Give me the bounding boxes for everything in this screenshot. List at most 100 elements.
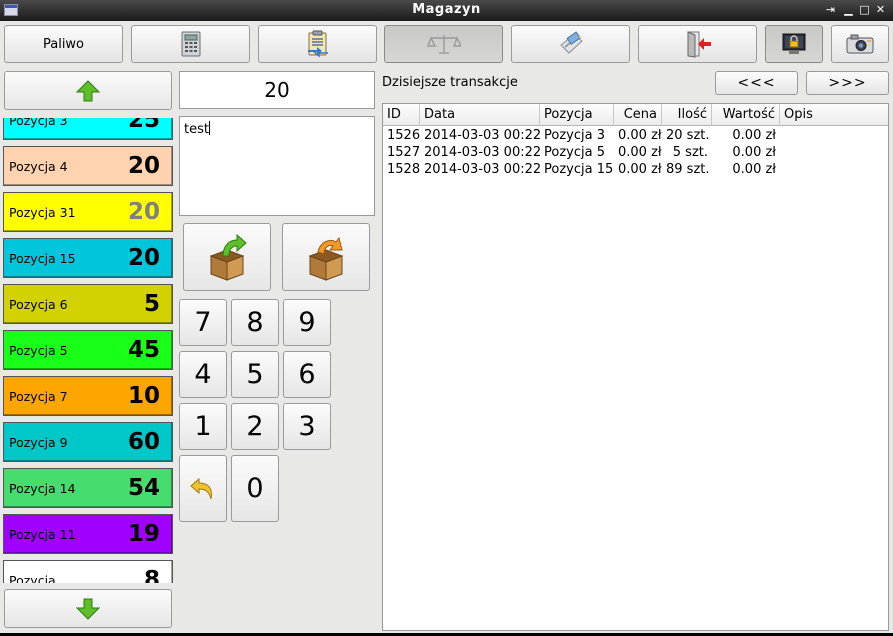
backspace-button[interactable] <box>179 455 227 522</box>
item-value: 54 <box>127 475 160 501</box>
document-swap-button[interactable] <box>258 25 377 63</box>
item-button[interactable]: Pozycja 11 19 <box>3 514 173 554</box>
table-cell: Pozycja 3 <box>544 128 605 143</box>
main-window: Paliwo Pozycja 3 25 Pozycja 4 20 Pozycja… <box>0 21 893 633</box>
paliwo-label: Paliwo <box>42 36 85 52</box>
item-value: 20 <box>127 153 160 179</box>
key-1[interactable]: 1 <box>179 403 227 450</box>
key-0[interactable]: 0 <box>231 455 279 522</box>
item-name: Pozycja 31 <box>9 204 76 220</box>
table-row[interactable]: 1526 2014-03-03 00:22 Pozycja 3 0.00 zł 20 s… <box>383 127 888 144</box>
item-button[interactable]: Pozycja 14 54 <box>3 468 173 508</box>
item-button[interactable]: Pozycja 7 10 <box>3 376 173 416</box>
maximize-icon[interactable]: □ <box>858 3 871 17</box>
column-header-opis[interactable]: Opis <box>780 104 888 126</box>
undo-arrow-icon <box>190 477 212 499</box>
pin-icon[interactable]: ⇥ <box>824 3 837 17</box>
column-header-id[interactable]: ID <box>383 104 420 126</box>
table-cell <box>780 127 888 144</box>
table-row[interactable]: 1527 2014-03-03 00:22 Pozycja 5 0.00 zł 5 sz… <box>383 144 888 161</box>
prev-page-button[interactable]: <<< <box>715 71 798 95</box>
item-value: 8 <box>143 567 160 583</box>
notes-field[interactable]: test <box>179 116 375 216</box>
key-3[interactable]: 3 <box>283 403 331 450</box>
exit-door-icon <box>687 31 711 58</box>
minimize-icon[interactable]: ▁ <box>842 3 855 17</box>
key-6[interactable]: 6 <box>283 351 331 398</box>
camera-icon <box>846 34 874 54</box>
quantity-display[interactable]: 20 <box>179 71 375 109</box>
scroll-down-button[interactable] <box>4 589 172 628</box>
stock-out-button[interactable] <box>282 223 370 291</box>
item-value: 60 <box>127 429 160 455</box>
key-9[interactable]: 9 <box>283 299 331 346</box>
item-value: 45 <box>127 337 160 363</box>
item-button[interactable]: Pozycja 4 20 <box>3 146 173 186</box>
item-button[interactable]: Pozycja 15 20 <box>3 238 173 278</box>
table-cell: 0.00 zł <box>732 128 776 143</box>
column-header-data[interactable]: Data <box>420 104 540 126</box>
notes-text: test <box>184 122 209 137</box>
prev-page-label: <<< <box>737 75 776 91</box>
table-cell: 1528 <box>387 162 420 177</box>
item-button[interactable]: Pozycja 3 25 <box>3 118 173 140</box>
lock-screen-button[interactable] <box>765 25 823 63</box>
key-3-label: 3 <box>298 411 316 442</box>
table-cell <box>780 161 888 178</box>
calculator-button[interactable] <box>131 25 250 63</box>
monitor-lock-icon <box>782 33 806 54</box>
key-2[interactable]: 2 <box>231 403 279 450</box>
paliwo-button[interactable]: Paliwo <box>4 25 123 63</box>
column-header-ilosc[interactable]: Ilość <box>662 104 712 126</box>
item-value: 20 <box>127 245 160 271</box>
item-value: 10 <box>127 383 160 409</box>
column-header-wartosc[interactable]: Wartość <box>712 104 780 126</box>
table-header: ID Data Pozycja Cena Ilość Wartość Opis <box>383 104 888 126</box>
stock-in-button[interactable] <box>183 223 271 291</box>
table-row[interactable]: 1528 2014-03-03 00:22 Pozycja 15 0.00 zł 89 … <box>383 161 888 178</box>
card-terminal-button[interactable] <box>511 25 630 63</box>
key-5-label: 5 <box>246 359 264 390</box>
key-8[interactable]: 8 <box>231 299 279 346</box>
exit-button[interactable] <box>638 25 757 63</box>
item-name: Pozycja 7 <box>9 388 68 404</box>
item-button[interactable]: Pozycja 31 20 <box>3 192 173 232</box>
item-list: Pozycja 3 25 Pozycja 4 20 Pozycja 31 20 Pozycj… <box>3 118 173 583</box>
transactions-table[interactable]: ID Data Pozycja Cena Ilość Wartość Opis … <box>382 103 889 631</box>
close-icon[interactable]: ✕ <box>874 3 887 17</box>
camera-button[interactable] <box>831 25 889 63</box>
column-header-pozycja[interactable]: Pozycja <box>540 104 614 126</box>
window-title: Magazyn <box>412 2 481 17</box>
table-cell: 0.00 zł <box>618 145 662 160</box>
item-name: Pozycja 6 <box>9 296 68 312</box>
item-name: Pozycja 15 <box>9 250 76 266</box>
transactions-heading: Dzisiejsze transakcje <box>382 75 518 90</box>
table-cell: Pozycja 15 <box>544 162 614 177</box>
item-button[interactable]: Pozycja 5 45 <box>3 330 173 370</box>
table-cell: 2014-03-03 00:22 <box>424 162 540 177</box>
calculator-icon <box>181 31 200 57</box>
item-button[interactable]: Pozycja 9 60 <box>3 422 173 462</box>
next-page-button[interactable]: >>> <box>806 71 889 95</box>
key-7[interactable]: 7 <box>179 299 227 346</box>
item-name: Pozycja 14 <box>9 480 76 496</box>
scroll-up-button[interactable] <box>4 71 172 110</box>
table-cell: 20 szt. <box>666 128 710 143</box>
item-button[interactable]: Pozycja 6 5 <box>3 284 173 324</box>
table-cell: 2014-03-03 00:22 <box>424 145 540 160</box>
key-2-label: 2 <box>246 411 264 442</box>
key-5[interactable]: 5 <box>231 351 279 398</box>
item-name: Pozycja 3 <box>9 118 68 128</box>
text-caret <box>208 121 210 135</box>
table-cell: 0.00 zł <box>618 128 662 143</box>
table-cell <box>780 144 888 161</box>
item-button[interactable]: Pozycja 8 <box>3 560 173 583</box>
key-4[interactable]: 4 <box>179 351 227 398</box>
title-bar: Magazyn ⇥ ▁ □ ✕ <box>0 0 893 21</box>
item-value: 19 <box>127 521 160 547</box>
key-7-label: 7 <box>194 307 212 338</box>
table-cell: 5 szt. <box>672 145 708 160</box>
scales-button[interactable] <box>384 25 503 63</box>
item-value: 25 <box>127 118 160 133</box>
column-header-cena[interactable]: Cena <box>614 104 662 126</box>
